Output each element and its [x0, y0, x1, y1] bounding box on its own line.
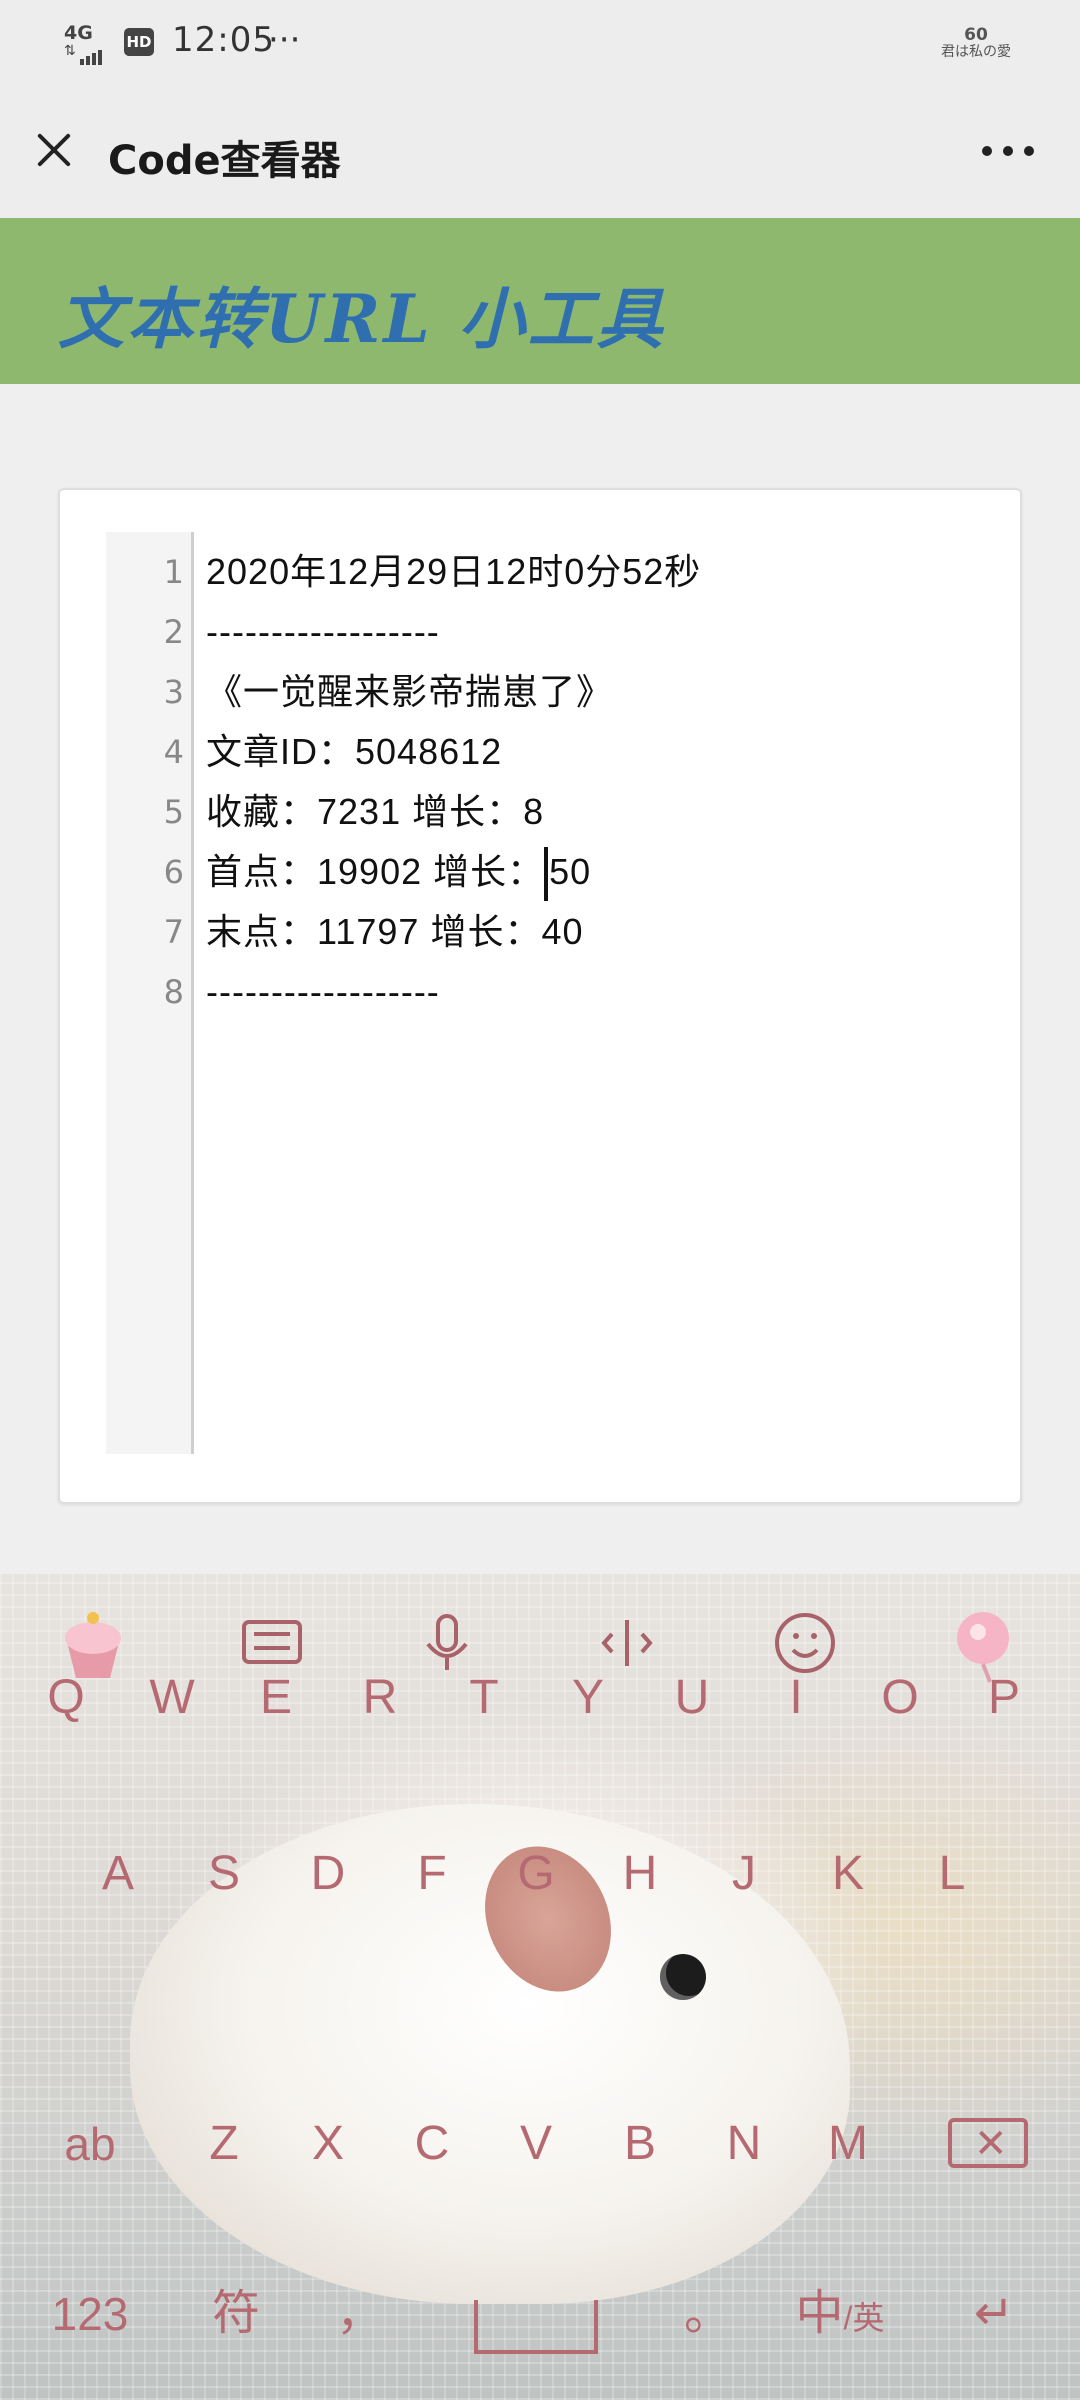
- line-text-after-cursor: 50: [549, 851, 592, 892]
- page-title: Code查看器: [108, 138, 341, 184]
- key-h[interactable]: H: [592, 1824, 688, 1924]
- key-d[interactable]: D: [280, 1824, 376, 1924]
- line-text: ------------------: [206, 971, 440, 1012]
- line-text: 末点：11797 增长：40: [206, 911, 584, 952]
- key-i[interactable]: I: [748, 1648, 844, 1748]
- key-comma[interactable]: ，: [312, 2264, 408, 2364]
- key-q[interactable]: Q: [18, 1648, 114, 1748]
- line-number: 4: [163, 733, 184, 771]
- network-type: 4G: [64, 22, 93, 44]
- hd-voice-icon: HD: [124, 28, 154, 56]
- key-g[interactable]: G: [488, 1824, 584, 1924]
- key-m[interactable]: M: [800, 2094, 896, 2194]
- key-o[interactable]: O: [852, 1648, 948, 1748]
- key-s[interactable]: S: [176, 1824, 272, 1924]
- key-c[interactable]: C: [384, 2094, 480, 2194]
- code-editor[interactable]: 1 2020年12月29日12时0分52秒 2 ----------------…: [58, 488, 1022, 1504]
- editor-content[interactable]: 1 2020年12月29日12时0分52秒 2 ----------------…: [106, 542, 966, 1022]
- text-cursor: [544, 847, 549, 902]
- editor-line: 8 ------------------: [106, 962, 966, 1022]
- key-n[interactable]: N: [696, 2094, 792, 2194]
- cellular-signal-icon: 4G ⇅: [62, 22, 114, 65]
- guinea-pig-eye: [660, 1954, 706, 2000]
- close-icon[interactable]: [28, 124, 80, 176]
- backspace-key[interactable]: ✕: [948, 2118, 1028, 2168]
- editor-line: 6 首点：19902 增长： 50: [106, 842, 966, 902]
- status-badge: 60 君は私の愛: [936, 26, 1016, 66]
- key-j[interactable]: J: [696, 1824, 792, 1924]
- key-t[interactable]: T: [436, 1648, 532, 1748]
- key-z[interactable]: Z: [176, 2094, 272, 2194]
- backspace-icon: ✕: [974, 2121, 1008, 2167]
- lang-sub-label: /英: [843, 2300, 885, 2336]
- line-number: 5: [163, 793, 184, 831]
- key-r[interactable]: R: [332, 1648, 428, 1748]
- key-k[interactable]: K: [800, 1824, 896, 1924]
- lang-main-label: 中: [795, 2287, 844, 2340]
- space-key[interactable]: [474, 2300, 598, 2354]
- key-y[interactable]: Y: [540, 1648, 636, 1748]
- line-text: 《一觉醒来影帝揣崽了》: [206, 671, 614, 712]
- key-l[interactable]: L: [904, 1824, 1000, 1924]
- key-u[interactable]: U: [644, 1648, 740, 1748]
- banner-title: 文本转URL 小工具: [58, 280, 666, 358]
- editor-line: 1 2020年12月29日12时0分52秒: [106, 542, 966, 602]
- line-text: 2020年12月29日12时0分52秒: [206, 551, 702, 592]
- editor-line: 3 《一觉醒来影帝揣崽了》: [106, 662, 966, 722]
- key-period[interactable]: 。: [660, 2264, 756, 2364]
- badge-text: 君は私の愛: [941, 44, 1011, 60]
- editor-line: 5 收藏：7231 增长：8: [106, 782, 966, 842]
- line-number: 8: [163, 973, 184, 1011]
- key-p[interactable]: P: [956, 1648, 1052, 1748]
- soft-keyboard: Q W E R T Y U I O P A S D F G H J K L ab…: [0, 1574, 1080, 2400]
- editor-line: 7 末点：11797 增长：40: [106, 902, 966, 962]
- key-w[interactable]: W: [124, 1648, 220, 1748]
- key-numbers[interactable]: 123: [42, 2264, 138, 2364]
- line-text: 首点：19902 增长： 50: [206, 842, 591, 902]
- line-number: 7: [163, 913, 184, 951]
- key-x[interactable]: X: [280, 2094, 376, 2194]
- notification-more-icon: ···: [268, 20, 301, 60]
- key-ab-case[interactable]: ab: [42, 2094, 138, 2194]
- line-number: 6: [163, 853, 184, 891]
- badge-number: 60: [964, 25, 988, 45]
- clock: 12:05: [172, 20, 275, 60]
- line-text-before-cursor: 首点：19902 增长：: [206, 851, 545, 892]
- key-b[interactable]: B: [592, 2094, 688, 2194]
- more-options-icon[interactable]: [972, 134, 1044, 166]
- key-symbols[interactable]: 符: [188, 2264, 284, 2364]
- header-banner: 文本转URL 小工具: [0, 218, 1080, 384]
- key-f[interactable]: F: [384, 1824, 480, 1924]
- key-a[interactable]: A: [70, 1824, 166, 1924]
- line-number: 3: [163, 673, 184, 711]
- line-text: 文章ID：5048612: [206, 731, 503, 772]
- editor-line: 4 文章ID：5048612: [106, 722, 966, 782]
- status-bar: 4G ⇅ HD 12:05 ··· 60 君は私の愛: [0, 0, 1080, 82]
- editor-line: 2 ------------------: [106, 602, 966, 662]
- line-number: 2: [163, 613, 184, 651]
- key-e[interactable]: E: [228, 1648, 324, 1748]
- key-v[interactable]: V: [488, 2094, 584, 2194]
- enter-key[interactable]: ↵: [934, 2264, 1054, 2364]
- line-number: 1: [163, 553, 184, 591]
- line-text: 收藏：7231 增长：8: [206, 791, 545, 832]
- line-text: ------------------: [206, 611, 440, 652]
- key-language-switch[interactable]: 中/英: [780, 2264, 900, 2364]
- title-bar: Code查看器: [0, 82, 1080, 218]
